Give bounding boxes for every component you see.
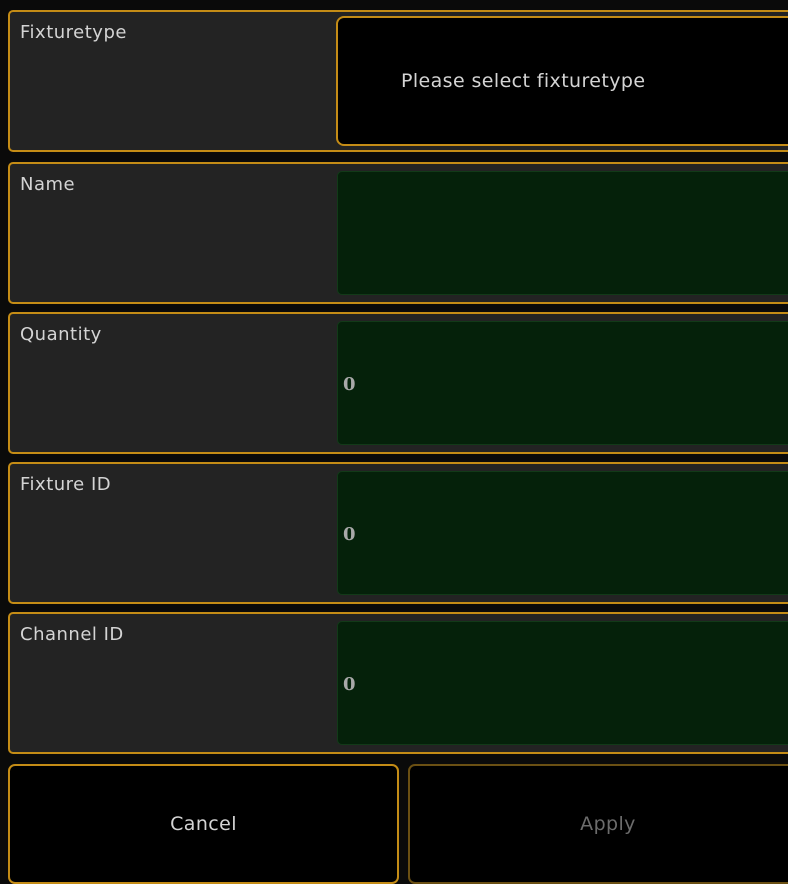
cancel-button-label: Cancel: [170, 813, 237, 835]
quantity-value: 0: [343, 374, 356, 395]
fixturetype-label: Fixturetype: [20, 22, 127, 43]
fixture-id-field[interactable]: 0: [337, 471, 788, 595]
quantity-label: Quantity: [20, 324, 102, 345]
channel-id-label: Channel ID: [20, 624, 124, 645]
name-field[interactable]: [337, 171, 788, 295]
fixturetype-select-button[interactable]: Please select fixturetype: [336, 16, 788, 146]
name-row: Name: [8, 162, 788, 304]
fixture-id-value: 0: [343, 524, 356, 545]
quantity-field[interactable]: 0: [337, 321, 788, 445]
quantity-row: Quantity 0: [8, 312, 788, 454]
apply-button-label: Apply: [580, 813, 636, 835]
fixturetype-select-text: Please select fixturetype: [401, 70, 646, 92]
name-label: Name: [20, 174, 76, 195]
add-fixture-dialog: Fixturetype Please select fixturetype Na…: [0, 0, 788, 884]
fixturetype-row: Fixturetype Please select fixturetype: [8, 10, 788, 152]
fixture-id-row: Fixture ID 0: [8, 462, 788, 604]
channel-id-value: 0: [343, 674, 356, 695]
fixture-id-label: Fixture ID: [20, 474, 112, 495]
apply-button[interactable]: Apply: [408, 764, 788, 884]
channel-id-row: Channel ID 0: [8, 612, 788, 754]
cancel-button[interactable]: Cancel: [8, 764, 399, 884]
channel-id-field[interactable]: 0: [337, 621, 788, 745]
